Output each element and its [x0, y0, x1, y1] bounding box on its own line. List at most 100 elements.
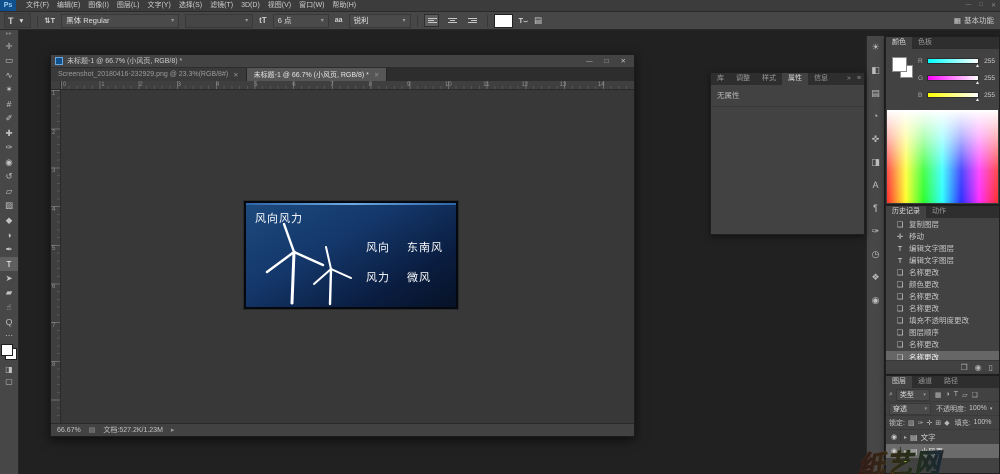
blend-mode-select[interactable]: 穿透 ▾	[889, 402, 931, 415]
delete-state-icon[interactable]: ▯	[989, 363, 993, 372]
filter-kind-select[interactable]: 类型 ▾	[895, 388, 930, 401]
warp-text-icon[interactable]: T⌣	[519, 16, 529, 26]
slider-thumb-icon[interactable]: ▲	[975, 97, 980, 103]
history-state[interactable]: ❏ 名称更改	[886, 351, 999, 360]
menu-item[interactable]: 图像(I)	[84, 0, 113, 11]
menu-item[interactable]: 图层(L)	[113, 0, 144, 11]
slider-thumb-icon[interactable]: ▲	[975, 63, 980, 69]
tool-healing-brush[interactable]: ✚	[0, 126, 18, 141]
new-document-from-state-icon[interactable]: ❐	[960, 363, 967, 372]
green-slider[interactable]: G ▲ 255	[918, 71, 995, 87]
dock-icon-histogram[interactable]: ▤	[871, 88, 880, 98]
tool-pen[interactable]: ✒	[0, 242, 18, 257]
tool-marquee[interactable]: ▭	[0, 54, 18, 69]
history-state[interactable]: ❏ 填充不透明度更改	[886, 315, 999, 327]
history-state[interactable]: ❏ 图层顺序	[886, 327, 999, 339]
horizontal-ruler[interactable]: 0 1 2 3 4 5 6 7 8 9 10 11 12 13 14	[61, 81, 634, 90]
dock-icon-clone-source[interactable]: ◨	[871, 157, 880, 167]
visibility-eye-icon[interactable]: ◉	[888, 433, 901, 441]
restore-icon[interactable]: □	[601, 58, 613, 65]
tab-通道[interactable]: 通道	[912, 376, 938, 388]
text-orientation-icon[interactable]: ⇅T	[44, 16, 55, 25]
workspace-switcher[interactable]: ▦ 基本功能	[954, 15, 994, 26]
menu-item[interactable]: 滤镜(T)	[206, 0, 237, 11]
tab-色板[interactable]: 色板	[912, 37, 938, 49]
collapse-panel-icon[interactable]: »	[844, 73, 854, 85]
tool-shape[interactable]: ▰	[0, 286, 18, 301]
menu-item[interactable]: 3D(D)	[237, 0, 264, 11]
font-size-select[interactable]: 6 点 ▾	[272, 13, 329, 28]
tool-dodge[interactable]: ◑	[0, 228, 18, 243]
more-tools-icon[interactable]: ⋯	[0, 329, 18, 341]
new-snapshot-icon[interactable]: ◉	[975, 363, 982, 372]
document-tab-未标题-1 @ 66.7% (小风页, RGB/8) *[interactable]: 未标题-1 @ 66.7% (小风页, RGB/8) * ✕	[246, 68, 388, 81]
dock-icon-info[interactable]: ✜	[872, 134, 880, 144]
document-tab-Screenshot_20180416-232929.png @ 23.3%(RGB/8#)[interactable]: Screenshot_20180416-232929.png @ 23.3%(R…	[51, 68, 247, 81]
close-icon[interactable]: ✕	[233, 71, 238, 79]
tool-preset[interactable]: T ▾	[4, 13, 32, 28]
tab-属性[interactable]: 属性	[782, 73, 808, 85]
align-right-button[interactable]	[466, 14, 481, 27]
tab-历史记录[interactable]: 历史记录	[886, 206, 926, 218]
foreground-color-swatch[interactable]	[1, 344, 13, 356]
dock-icon-paragraph[interactable]: ¶	[873, 203, 878, 213]
dock-icon-timeline[interactable]: ◷	[872, 249, 880, 259]
color-spectrum-ramp[interactable]	[887, 110, 998, 203]
red-slider[interactable]: R ▲ 255	[918, 54, 995, 70]
layer-row-文字[interactable]: ◉ ▸ ▤ 文字	[886, 430, 999, 444]
menu-item[interactable]: 窗口(W)	[295, 0, 328, 11]
history-state[interactable]: ❏ 名称更改	[886, 339, 999, 351]
zoom-level[interactable]: 66.67%	[57, 427, 81, 434]
dock-icon-masks[interactable]: ◧	[871, 65, 880, 75]
align-left-button[interactable]	[423, 14, 439, 27]
ruler-corner[interactable]	[51, 81, 61, 90]
tab-路径[interactable]: 路径	[938, 376, 964, 388]
tool-zoom[interactable]: Q	[0, 315, 18, 330]
tool-eyedropper[interactable]: ✐	[0, 112, 18, 127]
history-state[interactable]: ❏ 名称更改	[886, 303, 999, 315]
history-state[interactable]: ✛ 移动	[886, 230, 999, 242]
dock-icon-character[interactable]: A	[872, 180, 878, 190]
tool-move[interactable]: ✛	[0, 39, 18, 54]
menu-item[interactable]: 文件(F)	[22, 0, 53, 11]
history-state[interactable]: ❏ 名称更改	[886, 291, 999, 303]
font-style-select[interactable]: ▾	[185, 13, 254, 28]
panel-grip[interactable]: ▸▸	[6, 31, 12, 37]
slider-track[interactable]: ▲	[927, 58, 980, 69]
menu-item[interactable]: 视图(V)	[264, 0, 295, 11]
app-window-control-icon[interactable]: ✕	[987, 2, 1000, 9]
history-state[interactable]: ❏ 颜色更改	[886, 278, 999, 290]
slider-thumb-icon[interactable]: ▲	[975, 80, 980, 86]
text-color-swatch[interactable]	[493, 13, 513, 28]
tab-样式[interactable]: 样式	[756, 73, 782, 85]
expand-group-icon[interactable]: ▸	[904, 434, 907, 441]
menu-item[interactable]: 编辑(E)	[53, 0, 84, 11]
app-window-control-icon[interactable]: □	[975, 2, 987, 9]
close-icon[interactable]: ✕	[617, 57, 630, 65]
foreground-background-swatches[interactable]	[1, 344, 17, 360]
tool-eraser[interactable]: ▱	[0, 184, 18, 199]
tab-颜色[interactable]: 颜色	[886, 37, 912, 49]
tool-lasso[interactable]: ∿	[0, 68, 18, 83]
tool-brush[interactable]: ✑	[0, 141, 18, 156]
fill-value[interactable]: 100%	[974, 419, 992, 426]
dock-icon-adjustments[interactable]: ☀	[871, 42, 879, 52]
slider-track[interactable]: ▲	[927, 92, 980, 103]
tab-动作[interactable]: 动作	[926, 206, 952, 218]
vertical-ruler[interactable]: 12345678	[51, 90, 61, 423]
menu-item[interactable]: 选择(S)	[175, 0, 206, 11]
dock-icon-navigator[interactable]: ◔	[873, 111, 878, 121]
panel-color-swatches[interactable]	[892, 57, 914, 79]
tool-type[interactable]: T	[0, 256, 18, 271]
tool-hand[interactable]: ☝	[0, 300, 18, 315]
tool-clone-stamp[interactable]: ◉	[0, 155, 18, 170]
anti-alias-select[interactable]: 锐利 ▾	[348, 13, 411, 28]
minimize-icon[interactable]: —	[582, 58, 597, 65]
history-state[interactable]: ❏ 复制图层	[886, 218, 999, 230]
tool-history-brush[interactable]: ↺	[0, 170, 18, 185]
history-state[interactable]: T 编辑文字图层	[886, 242, 999, 254]
menu-item[interactable]: 文字(Y)	[143, 0, 174, 11]
tool-path-select[interactable]: ➤	[0, 271, 18, 286]
quick-mask-icon[interactable]: ◨	[0, 363, 18, 375]
close-icon[interactable]: ✕	[374, 71, 379, 79]
